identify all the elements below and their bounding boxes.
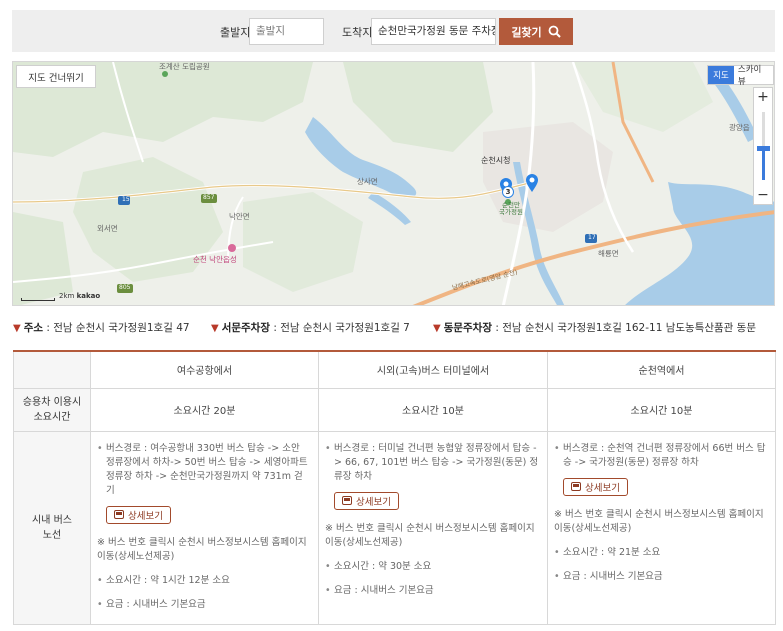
bus-route-text: 버스경로 : 여수공항내 330번 버스 탑승 -> 소안 정류장에서 하차->…	[97, 442, 310, 498]
directions-table: 여수공항에서 시외(고속)버스 터미널에서 순천역에서 승용차 이용시 소요시간 …	[13, 350, 776, 625]
map-scale-bar	[21, 298, 55, 301]
destination-label: 도착지	[342, 26, 373, 39]
search-icon	[548, 25, 561, 38]
column-header-terminal: 시외(고속)버스 터미널에서	[318, 350, 548, 389]
row-header-bus: 시내 버스 노선	[13, 430, 91, 625]
bus-icon	[571, 482, 581, 491]
address-line: ▼ 주소 : 전남 순천시 국가정원1호길 47 ▼ 서문주차장 : 전남 순천시 …	[13, 320, 783, 336]
map-label-nakan-village: 순천 낙안읍성	[193, 255, 237, 264]
column-header-station: 순천역에서	[547, 350, 776, 389]
route-search-bar: 출발지 출발지 도착지 순천만국가정원 동문 주차장 길찾기	[12, 10, 775, 52]
table-row-car: 승용차 이용시 소요시간 소요시간 20분 소요시간 10분 소요시간 10분	[13, 387, 776, 432]
map-road-15: 15	[122, 196, 130, 203]
map-label-sangsa: 상사면	[357, 177, 378, 186]
bus-time-text: 소요시간 : 약 1시간 12분 소요	[97, 574, 310, 588]
address-main: ▼ 주소 : 전남 순천시 국가정원1호길 47	[13, 322, 190, 334]
zoom-level-fill	[762, 150, 765, 180]
bus-icon	[114, 510, 124, 519]
bus-fare-text: 요금 : 시내버스 기본요금	[325, 584, 539, 598]
map-road-17: 17	[588, 234, 596, 241]
map-label-city-hall: 순천시청	[481, 156, 511, 165]
bus-note-text: ※ 버스 번호 클릭시 순천시 버스정보시스템 홈페이지 이동(상세노선제공)	[554, 508, 764, 534]
map-view[interactable]: 조계산 도립공원 순천시청 상사면 낙안면 순천 낙안읍성 외서면 해룡면 광양…	[12, 61, 775, 306]
column-header-airport: 여수공항에서	[90, 350, 319, 389]
table-header-row: 여수공항에서 시외(고속)버스 터미널에서 순천역에서	[13, 350, 776, 389]
bus-time-text: 소요시간 : 약 21분 소요	[554, 546, 767, 560]
bus-fare-text: 요금 : 시내버스 기본요금	[97, 598, 310, 612]
detail-button-airport[interactable]: 상세보기	[106, 505, 171, 524]
zoom-control: + −	[753, 87, 773, 205]
bus-icon	[342, 496, 352, 505]
address-east-parking: ▼ 동문주차장 : 전남 순천시 국가정원1호길 162-11 남도농특산품관 동…	[433, 322, 756, 334]
map-label-nakan: 낙안면	[229, 212, 250, 221]
bus-route-text: 버스경로 : 순천역 건너편 정류장에서 66번 버스 탑승 -> 국가정원(동…	[554, 442, 767, 470]
zoom-out-button[interactable]: −	[754, 186, 772, 204]
map-label-garden: 순천만 국가정원	[499, 201, 523, 216]
map-label-oeseo: 외서면	[97, 224, 118, 233]
bus-route-text: 버스경로 : 터미널 건너편 농협앞 정류장에서 탑승 -> 66, 67, 1…	[325, 442, 539, 484]
map-type-map-button[interactable]: 지도	[708, 66, 734, 84]
find-route-button[interactable]: 길찾기	[499, 18, 573, 45]
find-route-label: 길찾기	[511, 26, 542, 39]
destination-input[interactable]: 순천만국가정원 동문 주차장	[371, 18, 496, 45]
map-label-gwangyang: 광양읍	[729, 123, 750, 132]
address-west-parking: ▼ 서문주차장 : 전남 순천시 국가정원1호길 7	[211, 322, 410, 334]
car-time-terminal: 소요시간 10분	[318, 387, 548, 432]
location-pin-icon: ▼	[433, 323, 441, 334]
bus-fare-text: 요금 : 시내버스 기본요금	[554, 570, 767, 584]
map-road-805: 805	[119, 284, 131, 291]
bus-time-text: 소요시간 : 약 30분 소요	[325, 560, 539, 574]
car-time-airport: 소요시간 20분	[90, 387, 319, 432]
map-label-haeryong: 해룡면	[598, 249, 619, 258]
zoom-slider-handle[interactable]	[757, 146, 770, 151]
bus-info-airport: 버스경로 : 여수공항내 330번 버스 탑승 -> 소안 정류장에서 하차->…	[90, 430, 319, 625]
bus-note-text: ※ 버스 번호 클릭시 순천시 버스정보시스템 홈페이지 이동(상세노선제공)	[97, 536, 307, 562]
map-scale-text: 2km kakao	[59, 292, 101, 300]
map-label-jogye: 조계산 도립공원	[159, 62, 210, 71]
table-row-bus: 시내 버스노선 버스경로 : 여수공항내 330번 버스 탑승 -> 소안 정류…	[13, 430, 776, 625]
map-type-skyview-button[interactable]: 스카이뷰	[734, 65, 773, 87]
location-pin-icon: ▼	[13, 323, 21, 334]
origin-input[interactable]: 출발지	[249, 18, 324, 45]
bus-info-station: 버스경로 : 순천역 건너편 정류장에서 66번 버스 탑승 -> 국가정원(동…	[547, 430, 776, 625]
map-road-857: 857	[203, 194, 215, 201]
location-pin-icon: ▼	[211, 323, 219, 334]
zoom-in-button[interactable]: +	[754, 88, 772, 106]
map-background	[13, 62, 774, 305]
map-type-toggle: 지도 스카이뷰	[707, 65, 774, 87]
table-corner	[13, 350, 91, 389]
car-time-station: 소요시간 10분	[547, 387, 776, 432]
detail-button-terminal[interactable]: 상세보기	[334, 491, 399, 510]
map-pin-east-gate[interactable]	[525, 173, 539, 193]
bus-note-text: ※ 버스 번호 클릭시 순천시 버스정보시스템 홈페이지 이동(상세노선제공)	[325, 522, 535, 548]
map-pin-cluster[interactable]: 3	[502, 186, 514, 198]
detail-button-station[interactable]: 상세보기	[563, 477, 628, 496]
map-provider-logo: kakao	[76, 292, 101, 300]
row-header-car: 승용차 이용시 소요시간	[13, 387, 91, 432]
origin-label: 출발지	[220, 26, 251, 39]
skip-map-button[interactable]: 지도 건너뛰기	[16, 65, 96, 88]
bus-info-terminal: 버스경로 : 터미널 건너편 농협앞 정류장에서 탑승 -> 66, 67, 1…	[318, 430, 548, 625]
